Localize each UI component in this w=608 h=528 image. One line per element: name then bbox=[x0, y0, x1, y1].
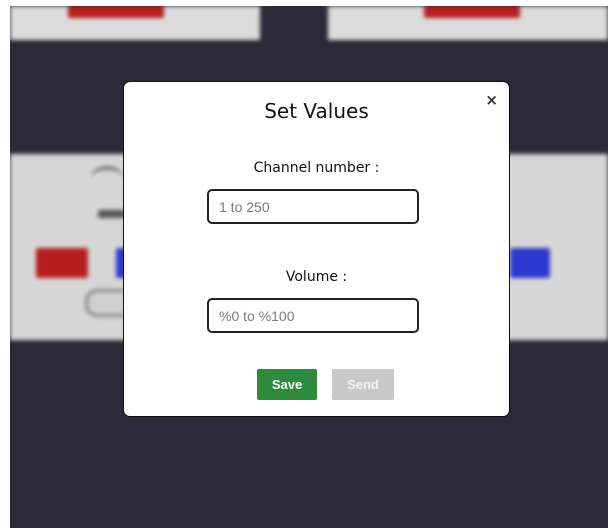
background-text bbox=[98, 210, 126, 218]
close-icon[interactable]: × bbox=[485, 93, 498, 108]
background-button bbox=[510, 248, 550, 278]
wifi-icon bbox=[90, 166, 124, 192]
send-button[interactable]: Send bbox=[332, 369, 394, 400]
volume-label: Volume : bbox=[285, 269, 348, 285]
background-card bbox=[10, 6, 260, 40]
background-button bbox=[68, 6, 164, 18]
background-button bbox=[36, 248, 88, 278]
background-card bbox=[328, 6, 608, 40]
channel-number-label: Channel number : bbox=[253, 160, 380, 176]
modal-title: Set Values bbox=[264, 99, 369, 123]
save-button[interactable]: Save bbox=[257, 369, 317, 400]
volume-input[interactable] bbox=[207, 298, 419, 333]
channel-number-input[interactable] bbox=[207, 189, 419, 224]
set-values-modal: Set Values × Channel number : Volume : S… bbox=[123, 81, 510, 417]
background-button bbox=[424, 6, 520, 18]
